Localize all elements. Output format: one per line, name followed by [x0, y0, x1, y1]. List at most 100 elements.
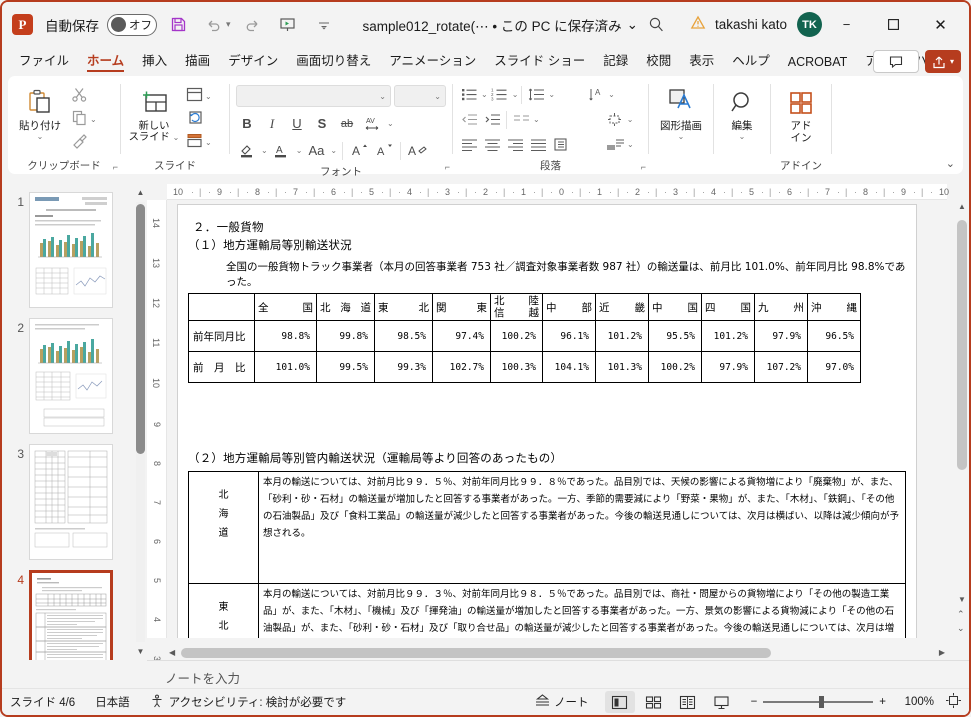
tab-home[interactable]: ホーム — [78, 47, 133, 75]
start-slideshow-icon[interactable] — [273, 10, 303, 40]
columns-button[interactable] — [510, 109, 532, 130]
undo-dropdown-caret-icon[interactable]: ▾ — [226, 19, 231, 30]
line-spacing-button[interactable] — [525, 84, 547, 105]
tab-acrobat[interactable]: ACROBAT — [779, 52, 857, 75]
align-left-button[interactable] — [458, 134, 480, 155]
zoom-knob[interactable] — [819, 696, 824, 708]
bullet-caret-icon[interactable]: ⌄ — [481, 90, 488, 99]
tab-insert[interactable]: 挿入 — [133, 47, 176, 75]
character-spacing-caret-icon[interactable]: ⌄ — [387, 119, 394, 128]
scroll-down-arrow-icon[interactable]: ▼ — [958, 595, 966, 604]
view-reading-button[interactable] — [673, 691, 703, 713]
smartart-caret-icon[interactable]: ⌄ — [627, 140, 634, 149]
section-button[interactable]: ⌄ — [183, 131, 215, 153]
font-size-input[interactable]: ⌄ — [394, 85, 446, 107]
shapes-button[interactable]: 図形描画 ⌄ — [653, 82, 709, 142]
paste-button[interactable]: 貼り付け ⌄ — [12, 82, 68, 142]
font-name-input[interactable]: ⌄ — [236, 85, 391, 107]
slide-counter[interactable]: スライド 4/6 — [10, 694, 75, 710]
decrease-font-size-button[interactable]: A — [373, 140, 395, 161]
zoom-track[interactable] — [763, 701, 873, 703]
scroll-up-arrow-icon[interactable]: ▲ — [958, 202, 966, 211]
share-caret-icon[interactable]: ▾ — [950, 57, 954, 66]
format-painter-button[interactable] — [68, 131, 100, 153]
scroll-up-arrow-icon[interactable]: ▲ — [136, 188, 145, 197]
thumbnail-preview[interactable] — [29, 318, 113, 434]
thumbnail-preview[interactable] — [29, 444, 113, 560]
bullet-list-button[interactable] — [458, 84, 480, 105]
cut-button[interactable] — [68, 85, 100, 107]
new-slide-button[interactable]: 新しいスライド ⌄ — [125, 82, 183, 144]
paragraph-dialog-launcher[interactable]: ⌐ — [641, 162, 646, 172]
change-case-caret-icon[interactable]: ⌄ — [330, 146, 337, 155]
line-spacing-caret-icon[interactable]: ⌄ — [548, 90, 555, 99]
horizontal-scroll-thumb[interactable] — [181, 648, 771, 658]
zoom-out-button[interactable]: − — [751, 696, 758, 708]
accessibility-status[interactable]: アクセシビリティ: 検討が必要です — [150, 694, 347, 711]
redo-icon[interactable] — [237, 10, 267, 40]
layout-caret-icon[interactable]: ⌄ — [205, 92, 212, 101]
align-text-caret-icon[interactable]: ⌄ — [627, 115, 634, 124]
text-direction-caret-icon[interactable]: ⌄ — [608, 90, 615, 99]
text-fit-button[interactable] — [550, 134, 572, 155]
clear-formatting-button[interactable]: A — [406, 140, 429, 161]
notes-toggle-button[interactable]: ノート — [534, 693, 589, 711]
underline-button[interactable]: U — [286, 113, 308, 134]
slide-surface[interactable]: ２．一般貨物 （１）地方運輸局等別輸送状況 全国の一般貨物トラック事業者（本月の… — [177, 204, 917, 638]
previous-slide-icon[interactable]: ⌃ — [957, 609, 965, 620]
italic-button[interactable]: I — [261, 113, 283, 134]
justify-button[interactable] — [527, 134, 549, 155]
fit-to-window-icon[interactable] — [946, 693, 961, 711]
thumbnail-item[interactable]: 3 — [2, 444, 147, 560]
horizontal-scrollbar[interactable]: ◀ ▶ — [167, 646, 947, 660]
copy-caret-icon[interactable]: ⌄ — [90, 115, 97, 124]
thumbnail-scrollbar[interactable]: ▲ ▼ — [136, 188, 145, 656]
thumbnail-preview[interactable] — [29, 192, 113, 308]
numbered-list-button[interactable]: 123 — [489, 84, 511, 105]
font-name-caret-icon[interactable]: ⌄ — [379, 92, 386, 101]
tab-record[interactable]: 記録 — [594, 47, 637, 75]
search-icon[interactable] — [640, 10, 674, 40]
font-dialog-launcher[interactable]: ⌐ — [445, 162, 450, 172]
align-text-button[interactable] — [604, 109, 626, 130]
font-color-caret-icon[interactable]: ⌄ — [296, 146, 303, 155]
scroll-right-arrow-icon[interactable]: ▶ — [939, 648, 945, 657]
tab-animations[interactable]: アニメーション — [380, 47, 485, 75]
tab-help[interactable]: ヘルプ — [723, 47, 779, 75]
tab-view[interactable]: 表示 — [680, 47, 723, 75]
vertical-scrollbar[interactable]: ▲ ▼ ⌃ ⌄ — [955, 200, 969, 638]
tab-slideshow[interactable]: スライド ショー — [485, 47, 594, 75]
thumbnail-scroll-thumb[interactable] — [136, 204, 145, 454]
notes-placeholder[interactable]: ノートを入力 — [165, 668, 969, 687]
next-slide-icon[interactable]: ⌄ — [957, 623, 965, 634]
section-caret-icon[interactable]: ⌄ — [205, 138, 212, 147]
text-highlight-button[interactable] — [236, 140, 258, 161]
decrease-indent-button[interactable] — [458, 109, 480, 130]
share-button[interactable]: ▾ — [925, 50, 961, 73]
highlight-caret-icon[interactable]: ⌄ — [261, 146, 268, 155]
scroll-down-arrow-icon[interactable]: ▼ — [136, 647, 145, 656]
undo-icon[interactable] — [199, 10, 229, 40]
tab-review[interactable]: 校閲 — [637, 47, 680, 75]
quick-access-more-icon[interactable] — [309, 10, 339, 40]
zoom-level-label[interactable]: 100% — [900, 696, 934, 708]
drawing-caret-icon[interactable]: ⌄ — [678, 133, 685, 142]
zoom-slider[interactable]: − + — [751, 696, 886, 708]
strikethrough-button[interactable]: ab — [336, 113, 358, 134]
zoom-in-button[interactable]: + — [879, 696, 886, 708]
tab-file[interactable]: ファイル — [10, 47, 78, 75]
slide-canvas[interactable]: ２．一般貨物 （１）地方運輸局等別輸送状況 全国の一般貨物トラック事業者（本月の… — [167, 200, 947, 638]
font-size-caret-icon[interactable]: ⌄ — [434, 92, 441, 101]
comments-button[interactable] — [873, 50, 919, 73]
increase-font-size-button[interactable]: A — [348, 140, 370, 161]
vertical-scroll-thumb[interactable] — [957, 220, 967, 470]
autosave-toggle[interactable]: オフ — [107, 14, 157, 36]
document-title[interactable]: sample012_rotate(⋯ • この PC に保存済み ⌄ — [363, 15, 638, 35]
bold-button[interactable]: B — [236, 113, 258, 134]
align-right-button[interactable] — [504, 134, 526, 155]
clipboard-dialog-launcher[interactable]: ⌐ — [113, 162, 118, 172]
language-indicator[interactable]: 日本語 — [95, 694, 130, 710]
minimize-button[interactable]: − — [824, 9, 869, 41]
thumbnail-preview-active[interactable] — [29, 570, 113, 660]
view-normal-button[interactable] — [605, 691, 635, 713]
